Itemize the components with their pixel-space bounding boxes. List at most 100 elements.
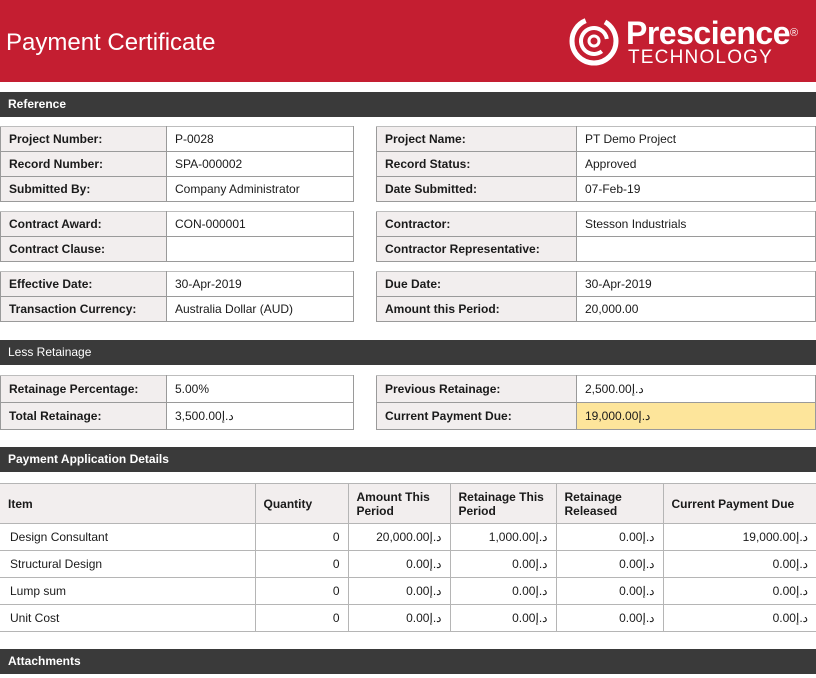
table-row: Design Consultant 0 20,000.00د.إ 1,000.00د.…	[0, 523, 816, 551]
field-row: Retainage Percentage: 5.00%	[0, 375, 354, 403]
table-row: Structural Design 0 0.00د.إ 0.00د.إ 0.00د.إ 0…	[0, 550, 816, 578]
retainage-table-right: Previous Retainage: 2,500.00د.إ Current Pa…	[376, 375, 816, 430]
field-row: Contract Clause:	[0, 236, 354, 262]
payment-application-table: Item Quantity Amount This Period Retainage …	[0, 483, 816, 632]
field-row: Transaction Currency: Australia Dollar (A…	[0, 296, 354, 322]
field-row: Project Name: PT Demo Project	[376, 126, 816, 152]
logo-subtitle: TECHNOLOGY	[628, 47, 774, 68]
amount-cell: 0.00د.إ	[449, 550, 557, 578]
field-value: Australia Dollar (AUD)	[166, 296, 354, 322]
field-label: Due Date:	[376, 271, 577, 297]
column-header: Retainage This Period	[449, 483, 557, 524]
current-payment-due-value: 19,000.00د.إ	[576, 402, 816, 430]
reference-table-right: Project Name: PT Demo Project Record Statu…	[376, 126, 816, 202]
column-header: Retainage Released	[555, 483, 664, 524]
field-value: 30-Apr-2019	[576, 271, 816, 297]
amount-cell: 0.00د.إ	[662, 577, 816, 605]
amount-cell: 20,000.00د.إ	[347, 523, 451, 551]
field-row: Amount this Period: 20,000.00	[376, 296, 816, 322]
field-label: Submitted By:	[0, 176, 167, 202]
item-cell: Unit Cost	[0, 604, 256, 632]
field-value: P-0028	[166, 126, 354, 152]
field-value: Company Administrator	[166, 176, 354, 202]
field-row: Due Date: 30-Apr-2019	[376, 271, 816, 297]
field-label: Contract Clause:	[0, 236, 167, 262]
prescience-swirl-icon	[569, 16, 619, 66]
field-label: Previous Retainage:	[376, 375, 577, 403]
section-payment-application: Payment Application Details	[0, 447, 816, 472]
amount-cell: 0.00د.إ	[347, 604, 451, 632]
amount-cell: 0	[254, 523, 349, 551]
amount-cell: 0.00د.إ	[555, 550, 664, 578]
section-attachments: Attachments	[0, 649, 816, 674]
section-less-retainage: Less Retainage	[0, 340, 816, 365]
field-row: Record Status: Approved	[376, 151, 816, 177]
amount-cell: 0	[254, 550, 349, 578]
item-cell: Design Consultant	[0, 523, 256, 551]
column-header: Item	[0, 483, 256, 524]
field-row: Date Submitted: 07-Feb-19	[376, 176, 816, 202]
item-cell: Structural Design	[0, 550, 256, 578]
field-row: Effective Date: 30-Apr-2019	[0, 271, 354, 297]
page-title: Payment Certificate	[6, 29, 216, 56]
column-header: Amount This Period	[347, 483, 451, 524]
field-label: Record Number:	[0, 151, 167, 177]
field-label: Total Retainage:	[0, 402, 167, 430]
field-row: Contractor: Stesson Industrials	[376, 211, 816, 237]
field-row: Previous Retainage: 2,500.00د.إ	[376, 375, 816, 403]
field-value: CON-000001	[166, 211, 354, 237]
contract-table-left: Contract Award: CON-000001 Contract Clause…	[0, 211, 354, 262]
field-label: Record Status:	[376, 151, 577, 177]
amount-cell: 0.00د.إ	[449, 577, 557, 605]
field-label: Current Payment Due:	[376, 402, 577, 430]
column-header: Current Payment Due	[662, 483, 816, 524]
field-row: Contractor Representative:	[376, 236, 816, 262]
amount-cell: 0.00د.إ	[662, 604, 816, 632]
field-label: Project Name:	[376, 126, 577, 152]
reference-table-left: Project Number: P-0028 Record Number: SPA-0…	[0, 126, 354, 202]
field-label: Contractor:	[376, 211, 577, 237]
field-label: Transaction Currency:	[0, 296, 167, 322]
report-header: Payment Certificate Prescience® TECHNOLO…	[0, 0, 816, 82]
field-value: Approved	[576, 151, 816, 177]
field-row: Total Retainage: 3,500.00د.إ	[0, 402, 354, 430]
field-value: SPA-000002	[166, 151, 354, 177]
field-value: 3,500.00د.إ	[166, 402, 354, 430]
field-value: PT Demo Project	[576, 126, 816, 152]
company-logo: Prescience® TECHNOLOGY	[566, 12, 812, 70]
logo-brand: Prescience®	[626, 15, 798, 51]
field-label: Date Submitted:	[376, 176, 577, 202]
amount-cell: 0.00د.إ	[662, 550, 816, 578]
field-row: Project Number: P-0028	[0, 126, 354, 152]
table-row: Unit Cost 0 0.00د.إ 0.00د.إ 0.00د.إ 0.00د.إ	[0, 604, 816, 632]
field-label: Amount this Period:	[376, 296, 577, 322]
field-value	[166, 236, 354, 262]
amount-cell: 0.00د.إ	[347, 577, 451, 605]
item-cell: Lump sum	[0, 577, 256, 605]
amount-cell: 19,000.00د.إ	[662, 523, 816, 551]
retainage-table-left: Retainage Percentage: 5.00% Total Retainag…	[0, 375, 354, 430]
amount-cell: 0.00د.إ	[555, 523, 664, 551]
field-value: 2,500.00د.إ	[576, 375, 816, 403]
amount-cell: 0.00د.إ	[555, 604, 664, 632]
dates-table-right: Due Date: 30-Apr-2019 Amount this Period: 2…	[376, 271, 816, 322]
field-value: 5.00%	[166, 375, 354, 403]
contract-table-right: Contractor: Stesson Industrials Contractor…	[376, 211, 816, 262]
amount-cell: 0	[254, 604, 349, 632]
field-label: Contract Award:	[0, 211, 167, 237]
field-label: Project Number:	[0, 126, 167, 152]
amount-cell: 0.00د.إ	[449, 604, 557, 632]
dates-table-left: Effective Date: 30-Apr-2019 Transaction Cu…	[0, 271, 354, 322]
field-value: 20,000.00	[576, 296, 816, 322]
field-label: Contractor Representative:	[376, 236, 577, 262]
field-label: Effective Date:	[0, 271, 167, 297]
field-row: Record Number: SPA-000002	[0, 151, 354, 177]
field-value: Stesson Industrials	[576, 211, 816, 237]
field-value: 30-Apr-2019	[166, 271, 354, 297]
column-header: Quantity	[254, 483, 349, 524]
field-value: 07-Feb-19	[576, 176, 816, 202]
amount-cell: 1,000.00د.إ	[449, 523, 557, 551]
field-row: Submitted By: Company Administrator	[0, 176, 354, 202]
section-reference: Reference	[0, 92, 816, 117]
field-label: Retainage Percentage:	[0, 375, 167, 403]
